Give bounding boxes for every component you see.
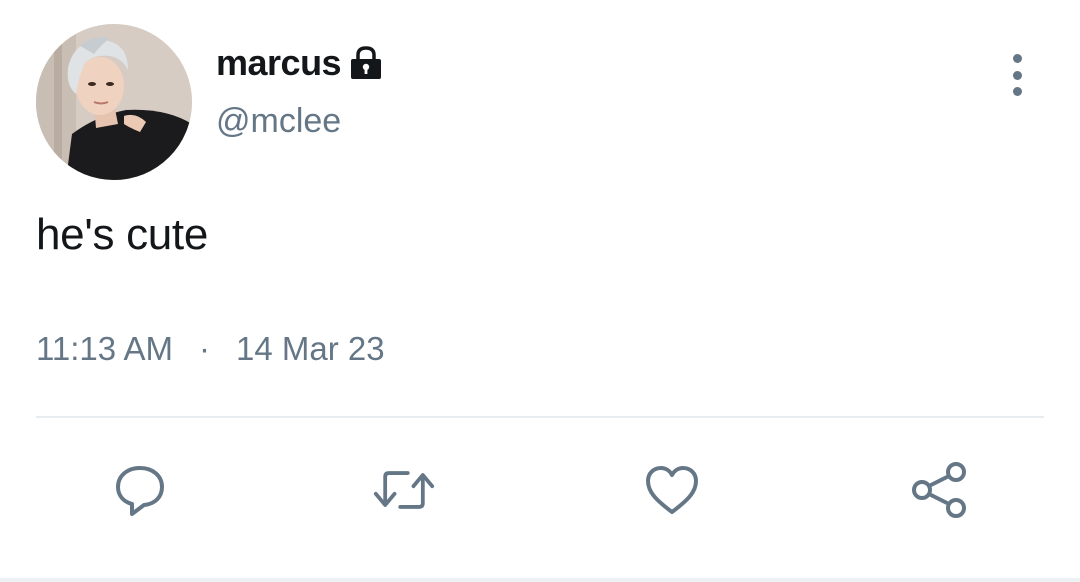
- tweet-card: marcus @mclee he's cute 11:13 AM · 14 Ma…: [0, 0, 1080, 582]
- avatar[interactable]: [36, 24, 192, 180]
- avatar-photo: [36, 24, 192, 180]
- heart-icon: [646, 466, 698, 514]
- meta-separator: ·: [198, 330, 210, 367]
- tweet-date[interactable]: 14 Mar 23: [236, 330, 385, 368]
- bottom-border: [0, 578, 1080, 582]
- retweet-icon: [373, 471, 435, 509]
- action-bar: [0, 458, 1080, 522]
- retweet-button[interactable]: [372, 458, 436, 522]
- like-button[interactable]: [640, 458, 704, 522]
- more-dot-icon: [1012, 70, 1022, 80]
- more-options-button[interactable]: [1000, 54, 1034, 96]
- tweet-text: he's cute: [36, 210, 209, 259]
- share-icon: [912, 462, 966, 518]
- tweet-meta: 11:13 AM · 14 Mar 23: [36, 330, 385, 368]
- author-display-name[interactable]: marcus: [216, 42, 342, 84]
- lock-icon: [349, 45, 383, 81]
- more-dot-icon: [1012, 87, 1022, 96]
- author-name-row[interactable]: marcus: [216, 40, 383, 86]
- more-dot-icon: [1012, 54, 1022, 63]
- tweet-time[interactable]: 11:13 AM: [36, 330, 173, 368]
- share-button[interactable]: [908, 458, 972, 522]
- reply-icon: [116, 466, 164, 516]
- author-handle[interactable]: @mclee: [216, 102, 341, 141]
- reply-button[interactable]: [108, 458, 172, 522]
- divider: [36, 416, 1044, 418]
